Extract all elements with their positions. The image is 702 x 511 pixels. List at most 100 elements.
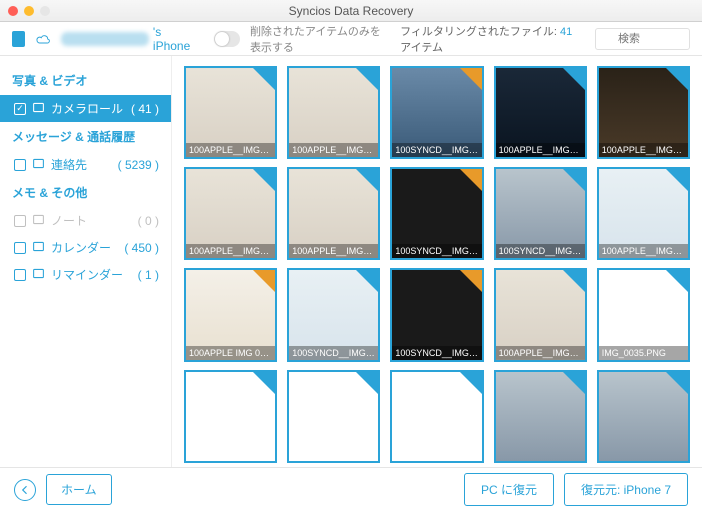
thumbnail-caption: 100APPLE__IMG_0… xyxy=(599,244,688,258)
minimize-icon[interactable] xyxy=(24,6,34,16)
thumbnail[interactable]: IMG_0035.PNG xyxy=(597,268,690,361)
thumbnail-caption: 100APPLE__IMG_0… xyxy=(599,143,688,157)
trash-badge-icon xyxy=(460,270,482,292)
top-toolbar: XXXXXXXXXX 's iPhone 削除されたアイテムのみを表示する フィ… xyxy=(0,22,702,56)
sidebar-section-title: 写真 & ビデオ xyxy=(0,66,171,95)
trash-badge-icon xyxy=(460,169,482,191)
home-button[interactable]: ホーム xyxy=(46,474,112,505)
checkbox-icon xyxy=(14,215,26,227)
thumbnail[interactable] xyxy=(494,370,587,463)
thumbnail-caption: 100APPLE__IMG_0… xyxy=(186,143,275,157)
thumbnail-caption: 100SYNCD__IMG_… xyxy=(392,346,481,360)
sidebar-item-count: ( 450 ) xyxy=(124,241,159,255)
checkbox-icon[interactable] xyxy=(14,242,26,254)
checkbox-icon[interactable] xyxy=(14,269,26,281)
sidebar-item[interactable]: リマインダー( 1 ) xyxy=(0,261,171,288)
trash-badge-icon xyxy=(563,372,585,394)
thumbnail[interactable] xyxy=(390,370,483,463)
window-controls xyxy=(8,6,50,16)
trash-badge-icon xyxy=(356,372,378,394)
thumbnail[interactable]: 100APPLE__IMG_0… xyxy=(287,66,380,159)
sidebar-section-title: メモ & その他 xyxy=(0,178,171,207)
trash-badge-icon xyxy=(563,169,585,191)
thumbnail[interactable]: 100SYNCD__IMG_IP… xyxy=(494,167,587,260)
device-name: XXXXXXXXXX 's iPhone xyxy=(61,25,190,53)
search-wrap xyxy=(595,28,690,50)
thumbnail-caption: 100APPLE__IMG_0… xyxy=(496,143,585,157)
thumbnail-caption: 100APPLE__IMG_0… xyxy=(289,244,378,258)
thumbnail[interactable]: 100APPLE IMG 0… xyxy=(184,268,277,361)
device-suffix: 's iPhone xyxy=(153,25,190,53)
thumbnail-caption: 100SYNCD__IMG_0… xyxy=(392,244,481,258)
thumbnail[interactable]: 100SYNCD__IMG_… xyxy=(390,268,483,361)
show-deleted-toggle[interactable] xyxy=(214,31,240,47)
sidebar-item[interactable]: カレンダー ( 450 ) xyxy=(0,234,171,261)
trash-badge-icon xyxy=(460,68,482,90)
window-titlebar: Syncios Data Recovery xyxy=(0,0,702,22)
thumbnail[interactable] xyxy=(287,370,380,463)
sidebar-item-count: ( 41 ) xyxy=(131,102,159,116)
thumbnail[interactable] xyxy=(184,370,277,463)
recover-to-pc-button[interactable]: PC に復元 xyxy=(464,473,554,506)
thumbnail-caption: 100SYNCD__IMG_IP… xyxy=(496,244,585,258)
sidebar-item: ノート( 0 ) xyxy=(0,207,171,234)
category-icon xyxy=(32,157,45,173)
trash-badge-icon xyxy=(356,169,378,191)
trash-badge-icon xyxy=(356,68,378,90)
trash-badge-icon xyxy=(563,270,585,292)
sidebar-item-label: リマインダー xyxy=(51,266,132,283)
trash-badge-icon xyxy=(253,372,275,394)
thumbnail-caption: 100APPLE IMG 0… xyxy=(186,346,275,360)
trash-badge-icon xyxy=(666,372,688,394)
sidebar-item-label: 連絡先 xyxy=(51,156,112,173)
thumbnail[interactable]: 100APPLE__IMG_0… xyxy=(287,167,380,260)
thumbnail[interactable]: 100SYNCD__IMG_… xyxy=(287,268,380,361)
checkbox-icon[interactable] xyxy=(14,103,26,115)
thumbnail[interactable]: 100APPLE__IMG_0… xyxy=(494,66,587,159)
thumbnail[interactable]: 100APPLE__IMG_0… xyxy=(597,66,690,159)
device-owner-blurred: XXXXXXXXXX xyxy=(61,32,149,46)
recover-to-device-button[interactable]: 復元元: iPhone 7 xyxy=(564,473,688,506)
category-icon xyxy=(32,101,45,117)
thumbnail[interactable]: 100APPLE__IMG_0… xyxy=(184,66,277,159)
thumbnail[interactable]: 100SYNCD__IMG_0… xyxy=(390,167,483,260)
thumbnail-caption: 100SYNCD__IMG_… xyxy=(392,143,481,157)
footer-bar: ホーム PC に復元 復元元: iPhone 7 xyxy=(0,467,702,511)
sidebar-item[interactable]: 連絡先( 5239 ) xyxy=(0,151,171,178)
main-area: 写真 & ビデオカメラロール ( 41 ) メッセージ & 通話履歴連絡先( 523… xyxy=(0,56,702,467)
thumbnail[interactable]: 100APPLE__IMG_0… xyxy=(184,167,277,260)
sidebar-section-title: メッセージ & 通話履歴 xyxy=(0,122,171,151)
trash-badge-icon xyxy=(253,169,275,191)
filter-label: フィルタリングされたファイル: xyxy=(400,26,560,38)
home-label: ホーム xyxy=(61,481,97,498)
back-button[interactable] xyxy=(12,31,25,47)
sidebar: 写真 & ビデオカメラロール ( 41 ) メッセージ & 通話履歴連絡先( 523… xyxy=(0,56,172,467)
thumbnail-caption: IMG_0035.PNG xyxy=(599,346,688,360)
trash-badge-icon xyxy=(666,68,688,90)
filter-status: フィルタリングされたファイル: 41 アイテム xyxy=(400,23,575,55)
search-input[interactable] xyxy=(595,28,690,50)
window-title: Syncios Data Recovery xyxy=(289,4,414,18)
thumbnail[interactable]: 100APPLE__IMG_0… xyxy=(597,167,690,260)
thumbnail[interactable]: 100APPLE__IMG_0… xyxy=(494,268,587,361)
sidebar-item-label: カレンダー xyxy=(51,239,118,256)
thumbnail-grid: 100APPLE__IMG_0…100APPLE__IMG_0…100SYNCD… xyxy=(184,66,690,463)
trash-badge-icon xyxy=(356,270,378,292)
sidebar-item[interactable]: カメラロール ( 41 ) xyxy=(0,95,171,122)
trash-badge-icon xyxy=(666,270,688,292)
trash-badge-icon xyxy=(563,68,585,90)
sidebar-item-label: カメラロール xyxy=(51,100,125,117)
filter-count: 41 xyxy=(560,26,572,38)
sidebar-item-label: ノート xyxy=(51,212,132,229)
thumbnail-caption: 100APPLE__IMG_0… xyxy=(496,346,585,360)
thumbnail-caption: 100APPLE__IMG_0… xyxy=(289,143,378,157)
trash-badge-icon xyxy=(253,68,275,90)
trash-badge-icon xyxy=(253,270,275,292)
close-icon[interactable] xyxy=(8,6,18,16)
thumbnail[interactable]: 100SYNCD__IMG_… xyxy=(390,66,483,159)
home-icon-circle[interactable] xyxy=(14,479,36,501)
content-area[interactable]: 100APPLE__IMG_0…100APPLE__IMG_0…100SYNCD… xyxy=(172,56,702,467)
checkbox-icon[interactable] xyxy=(14,159,26,171)
thumbnail[interactable] xyxy=(597,370,690,463)
category-icon xyxy=(32,240,45,256)
